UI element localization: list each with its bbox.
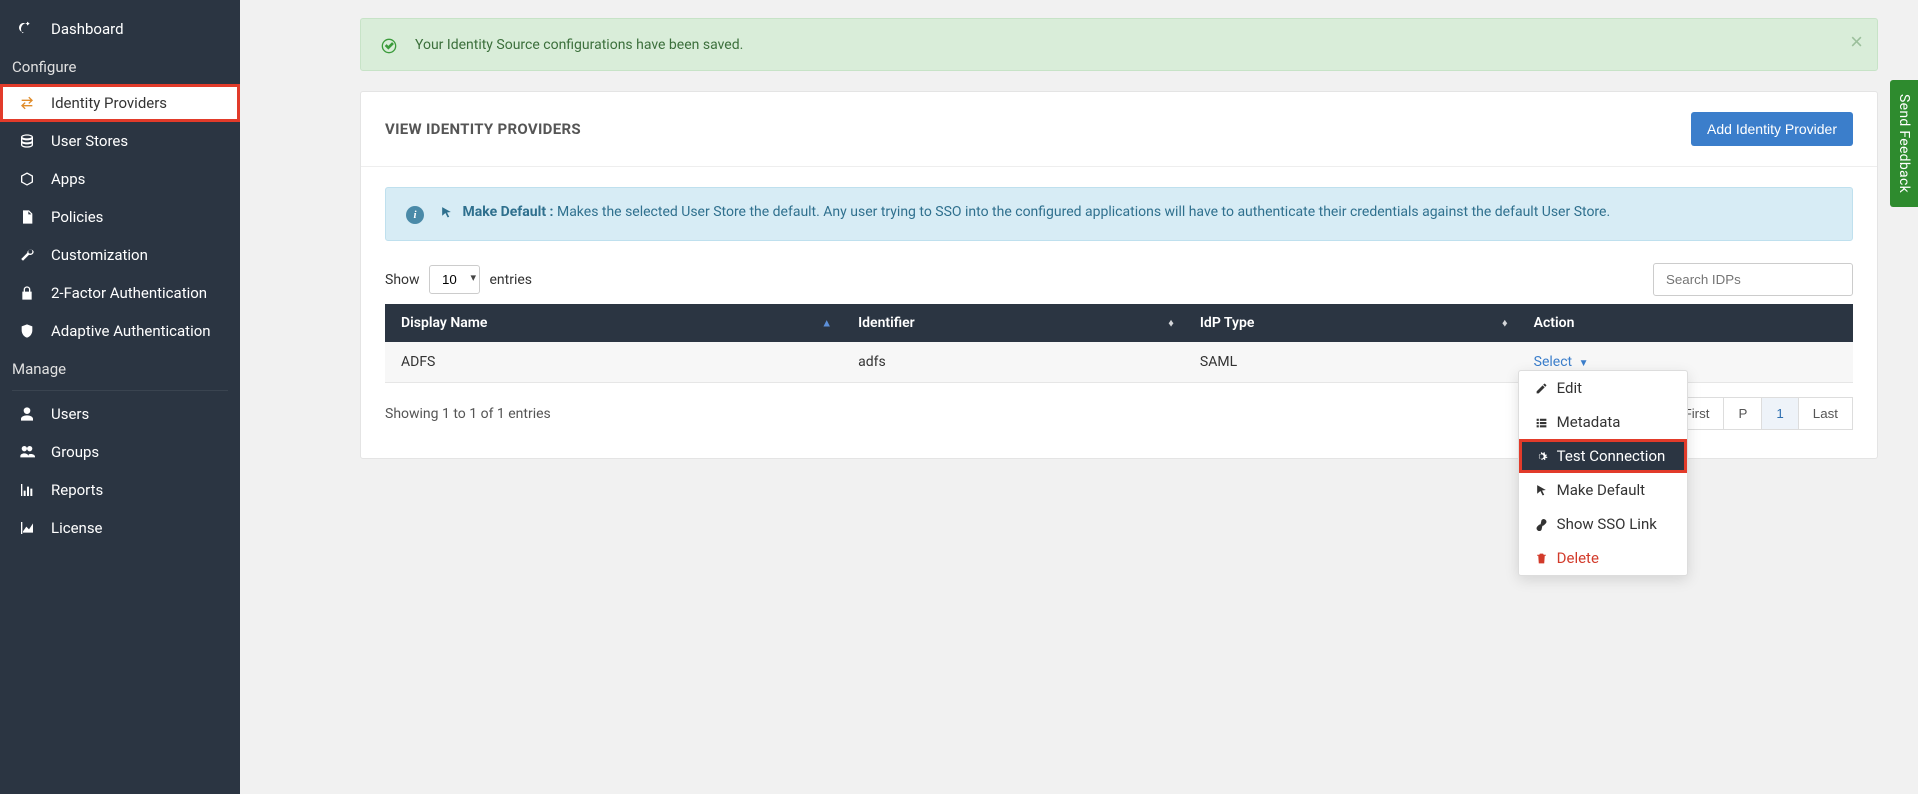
send-feedback-tab[interactable]: Send Feedback [1890,80,1918,207]
sort-icon: ♦ [1168,317,1174,330]
page-size-select[interactable]: 10 [429,265,480,294]
info-callout: i Make Default : Makes the selected User… [385,187,1853,241]
pager-page-1[interactable]: 1 [1762,397,1798,430]
chart-icon [16,482,38,498]
link-icon [1533,518,1551,531]
sidebar: Dashboard Configure Identity Providers U… [0,0,240,794]
sidebar-item-2fa[interactable]: 2-Factor Authentication [0,274,240,312]
sidebar-heading-configure: Configure [0,48,240,84]
dropdown-metadata[interactable]: Metadata [1519,405,1687,439]
sidebar-label: Policies [51,208,103,226]
sidebar-label: Customization [51,246,148,264]
pager-prev[interactable]: P [1724,397,1762,430]
pager: First P 1 Last [1669,397,1853,430]
sidebar-item-adaptive-auth[interactable]: Adaptive Authentication [0,312,240,350]
dropdown-show-sso[interactable]: Show SSO Link [1519,507,1687,541]
show-label-post: entries [490,272,533,288]
cell-identifier: adfs [842,342,1184,383]
check-circle-icon [381,35,397,54]
sidebar-item-customization[interactable]: Customization [0,236,240,274]
cursor-icon [1533,484,1551,497]
caret-down-icon: ▼ [1579,358,1589,369]
sidebar-label: 2-Factor Authentication [51,284,207,302]
cursor-icon [440,204,453,220]
document-icon [16,209,38,225]
col-identifier[interactable]: Identifier ♦ [842,304,1184,342]
sidebar-item-identity-providers[interactable]: Identity Providers [0,84,240,122]
sidebar-label: Adaptive Authentication [51,322,211,340]
panel-body: i Make Default : Makes the selected User… [361,167,1877,458]
sidebar-label: Groups [51,443,99,461]
sidebar-item-apps[interactable]: Apps [0,160,240,198]
panel-view-idp: VIEW IDENTITY PROVIDERS Add Identity Pro… [360,91,1878,459]
sidebar-label: Apps [51,170,85,188]
cogs-icon [1533,450,1551,463]
sidebar-label: User Stores [51,132,128,150]
main-content: Your Identity Source configurations have… [240,0,1918,794]
sidebar-heading-manage: Manage [0,350,240,386]
cube-icon [16,171,38,187]
pager-last[interactable]: Last [1799,397,1853,430]
sidebar-label: Identity Providers [51,94,167,112]
sidebar-item-policies[interactable]: Policies [0,198,240,236]
dropdown-make-default[interactable]: Make Default [1519,473,1687,507]
users-icon [16,444,38,460]
add-identity-provider-button[interactable]: Add Identity Provider [1691,112,1853,146]
database-icon [16,133,38,149]
cell-display-name: ADFS [385,342,842,383]
sidebar-item-groups[interactable]: Groups [0,433,240,471]
show-label-pre: Show [385,272,420,288]
alert-message: Your Identity Source configurations have… [415,37,743,53]
cell-idp-type: SAML [1184,342,1518,383]
wrench-icon [16,247,38,263]
dropdown-test-connection[interactable]: Test Connection [1519,439,1687,473]
user-icon [16,406,38,422]
info-body: Makes the selected User Store the defaul… [557,204,1610,220]
col-display-name[interactable]: Display Name ▲ [385,304,842,342]
sidebar-label: Users [51,405,89,423]
dropdown-delete[interactable]: Delete [1519,541,1687,575]
chart-area-icon [16,520,38,536]
trash-icon [1533,552,1551,565]
length-control: Show 10 entries [385,265,532,294]
table-header-row: Display Name ▲ Identifier ♦ IdP Type ♦ [385,304,1853,342]
sidebar-item-reports[interactable]: Reports [0,471,240,509]
panel-header: VIEW IDENTITY PROVIDERS Add Identity Pro… [361,92,1877,167]
info-icon: i [406,206,424,224]
exchange-icon [16,95,38,111]
alert-close-button[interactable]: × [1850,29,1863,55]
sort-icon: ♦ [1502,317,1508,330]
search-input[interactable] [1653,263,1853,296]
sidebar-item-dashboard[interactable]: Dashboard [0,10,240,48]
sidebar-divider [12,390,228,391]
table-row: ADFS adfs SAML Select ▼ [385,342,1853,383]
action-select-toggle[interactable]: Select ▼ [1534,354,1589,370]
success-alert: Your Identity Source configurations have… [360,18,1878,71]
lock-icon [16,285,38,301]
info-title: Make Default : [462,204,553,220]
cell-action: Select ▼ Edit [1518,342,1853,383]
sort-asc-icon: ▲ [821,317,832,330]
col-action: Action [1518,304,1853,342]
col-idp-type[interactable]: IdP Type ♦ [1184,304,1518,342]
sidebar-label: License [51,519,103,537]
sidebar-label: Reports [51,481,103,499]
dashboard-icon [16,21,38,37]
action-dropdown: Edit Metadata Test Connection [1518,370,1688,576]
sidebar-label: Dashboard [51,20,124,38]
table-info: Showing 1 to 1 of 1 entries [385,406,551,422]
list-icon [1533,416,1551,429]
shield-icon [16,323,38,339]
dropdown-edit[interactable]: Edit [1519,371,1687,405]
panel-title: VIEW IDENTITY PROVIDERS [385,120,581,138]
sidebar-item-license[interactable]: License [0,509,240,547]
table-controls: Show 10 entries [385,263,1853,296]
sidebar-item-users[interactable]: Users [0,395,240,433]
edit-icon [1533,382,1551,395]
idp-table: Display Name ▲ Identifier ♦ IdP Type ♦ [385,304,1853,383]
sidebar-item-user-stores[interactable]: User Stores [0,122,240,160]
